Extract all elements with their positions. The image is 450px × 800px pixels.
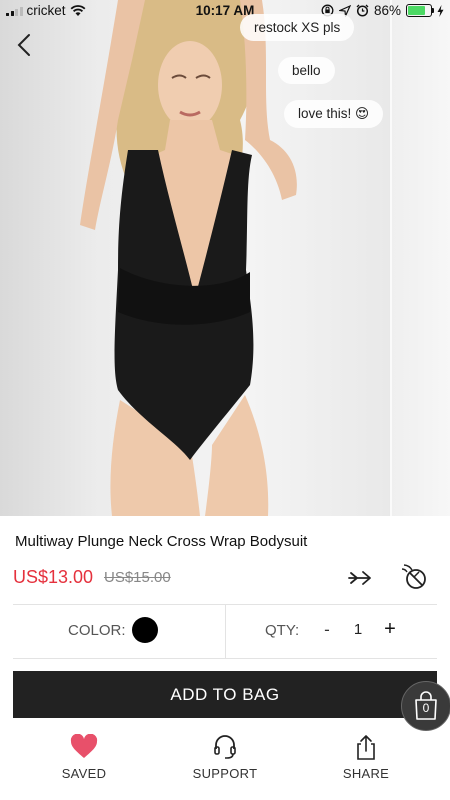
- chevron-left-icon: [17, 34, 30, 56]
- status-bar: cricket 10:17 AM 86%: [0, 0, 450, 22]
- qty-increment-button[interactable]: +: [380, 618, 400, 641]
- qty-decrement-button[interactable]: -: [318, 620, 336, 640]
- tab-saved-label: SAVED: [61, 766, 107, 781]
- sale-price: US$13.00: [13, 567, 94, 587]
- product-photo[interactable]: [0, 0, 450, 516]
- original-price: US$15.00: [104, 569, 171, 586]
- chat-bubble: bello: [278, 57, 335, 84]
- compare-button[interactable]: [346, 564, 378, 592]
- tab-saved[interactable]: SAVED: [24, 734, 144, 781]
- color-swatch-black[interactable]: [132, 617, 158, 643]
- tab-share[interactable]: SHARE: [306, 734, 426, 781]
- chat-bubble: restock XS pls: [240, 14, 355, 41]
- charging-icon: [437, 4, 444, 17]
- heart-icon: [70, 734, 98, 758]
- battery-percent: 86%: [373, 3, 401, 18]
- shopping-bag-button[interactable]: 0: [401, 681, 450, 731]
- tab-support-label: SUPPORT: [192, 766, 258, 781]
- back-button[interactable]: [10, 30, 40, 60]
- tab-support[interactable]: SUPPORT: [165, 734, 285, 781]
- tab-share-label: SHARE: [342, 766, 390, 781]
- add-to-bag-button[interactable]: ADD TO BAG: [13, 671, 437, 718]
- model-illustration: [80, 0, 297, 516]
- satellite-dish-icon: [401, 564, 426, 589]
- next-photo-peek[interactable]: [390, 0, 450, 516]
- qty-label: QTY:: [265, 622, 300, 639]
- headset-icon: [214, 735, 236, 759]
- divider: [225, 604, 226, 658]
- livestream-button[interactable]: [400, 562, 432, 590]
- chat-bubble: love this! 😍: [284, 100, 384, 128]
- battery-icon: [406, 4, 434, 17]
- color-label: COLOR:: [68, 622, 126, 639]
- share-icon: [357, 735, 375, 760]
- alarm-icon: [356, 4, 369, 17]
- qty-value: 1: [353, 621, 363, 638]
- product-title: Multiway Plunge Neck Cross Wrap Bodysuit: [15, 533, 308, 550]
- divider: [13, 658, 437, 659]
- bag-count: 0: [422, 701, 430, 715]
- arrow-swap-icon: [348, 571, 371, 585]
